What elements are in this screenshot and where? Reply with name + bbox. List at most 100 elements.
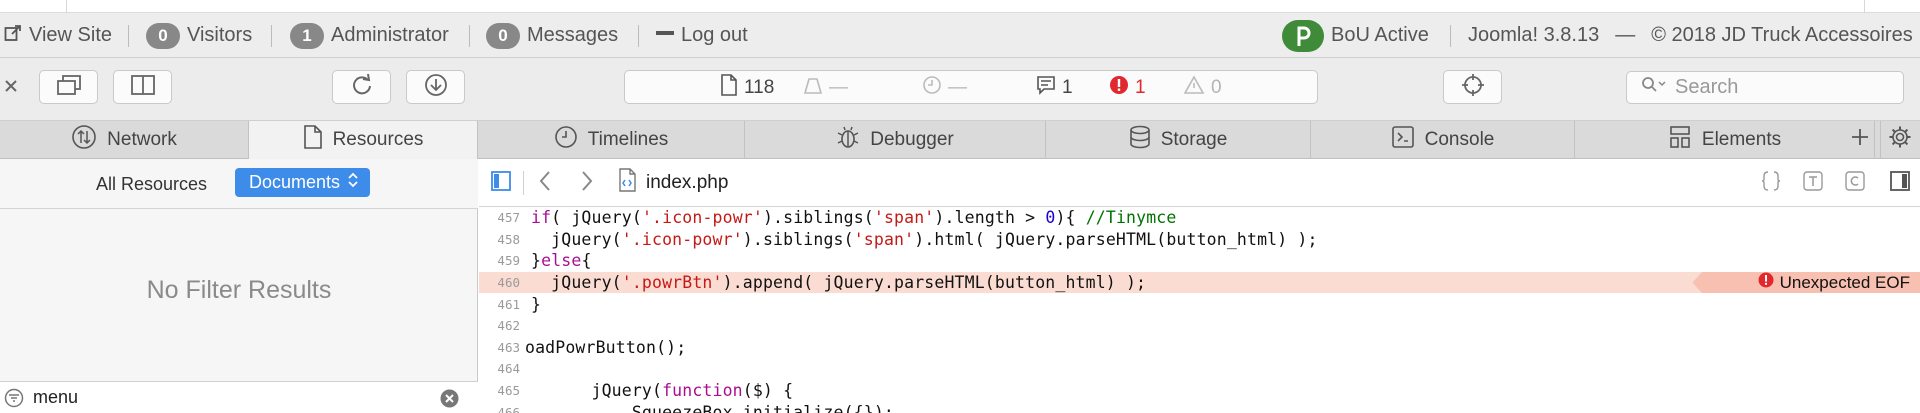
code-line: 462: [479, 315, 1920, 337]
type-profiler-button[interactable]: [1799, 159, 1827, 207]
resource-size-value: —: [829, 77, 848, 98]
copyright-text: © 2018 JD Truck Accessoires: [1651, 24, 1913, 46]
browser-content-edge: [0, 0, 1920, 13]
chevron-up-down-icon: [348, 172, 358, 193]
sidebar-toggle-icon: [490, 170, 512, 197]
load-time-value: —: [948, 77, 967, 98]
messages-link[interactable]: 0 Messages: [486, 13, 618, 58]
undock-icon: [56, 74, 82, 101]
text-type-icon: [1802, 170, 1824, 197]
resource-type-filter-bar: All Resources Documents: [0, 159, 478, 209]
tab-network[interactable]: Network: [0, 121, 249, 159]
clear-filter-icon[interactable]: [440, 389, 459, 408]
administrator-link[interactable]: 1 Administrator: [290, 13, 449, 58]
filter-value: menu: [33, 387, 79, 407]
resources-count-value: 118: [744, 77, 775, 98]
line-number: 465: [497, 383, 520, 399]
filter-icon: [4, 388, 24, 408]
breadcrumb[interactable]: index.php: [618, 159, 728, 207]
filter-input[interactable]: menu: [0, 381, 478, 413]
plus-icon: [1850, 127, 1870, 153]
code-line: 465 jQuery(function($) {: [479, 380, 1920, 402]
messages-count-badge: 0: [486, 22, 520, 49]
line-number: 461: [497, 296, 520, 312]
undock-button[interactable]: [39, 70, 98, 104]
download-button[interactable]: [406, 70, 465, 104]
tab-timelines[interactable]: Timelines: [478, 121, 745, 159]
tab-elements[interactable]: Elements: [1575, 121, 1875, 159]
documents-filter-select[interactable]: Documents: [235, 168, 371, 197]
warning-icon: [1183, 75, 1205, 101]
download-icon: [424, 73, 448, 102]
weight-icon: [803, 75, 823, 101]
view-site-link[interactable]: View Site: [4, 13, 112, 58]
tab-label: Timelines: [587, 129, 669, 150]
line-number: 466: [497, 404, 520, 413]
reload-icon: [350, 73, 374, 102]
toggle-sidebar-button[interactable]: [487, 159, 515, 207]
pretty-print-button[interactable]: [1757, 159, 1785, 207]
console-warnings[interactable]: 0: [1183, 71, 1222, 105]
console-logs-value: 1: [1062, 77, 1073, 98]
logout-label: Log out: [681, 24, 748, 46]
bou-status[interactable]: BoU Active: [1282, 13, 1429, 58]
joomla-admin-bar: View Site 0 Visitors 1 Administrator 0 M…: [0, 13, 1920, 58]
code-coverage-button[interactable]: [1841, 159, 1869, 207]
separator: [271, 25, 272, 47]
all-resources-button[interactable]: All Resources: [96, 159, 207, 209]
console-errors[interactable]: 1: [1109, 71, 1146, 105]
inspect-element-button[interactable]: [1443, 70, 1502, 104]
search-placeholder: Search: [1675, 76, 1739, 98]
visitors-link[interactable]: 0 Visitors: [146, 13, 252, 58]
separator: [523, 171, 524, 195]
line-number: 464: [497, 361, 520, 377]
minus-icon: [656, 24, 674, 48]
code-line: 461 }: [479, 293, 1920, 315]
code-view[interactable]: 457 if( jQuery('.icon-powr').siblings('s…: [479, 207, 1920, 413]
line-source: oadPowrButton();: [525, 337, 687, 357]
dash: —: [1615, 24, 1636, 46]
tab-debugger[interactable]: Debugger: [745, 121, 1046, 159]
back-button[interactable]: [531, 159, 559, 207]
line-number: 458: [497, 231, 520, 247]
line-number: 462: [497, 318, 520, 334]
clock-icon: [922, 75, 942, 101]
tab-console[interactable]: Console: [1311, 121, 1575, 159]
tab-label: Debugger: [870, 129, 954, 150]
reload-button[interactable]: [332, 70, 391, 104]
code-line: 463 oadPowrButton();: [479, 337, 1920, 359]
error-icon: [1109, 75, 1129, 101]
resources-sidebar: All Resources Documents No Filter Result…: [0, 159, 478, 413]
line-source: jQuery('.icon-powr').siblings('span').ht…: [531, 229, 1318, 249]
error-annotation[interactable]: Unexpected EOF: [1692, 271, 1920, 294]
search-icon: [1641, 76, 1667, 100]
resources-count[interactable]: 118: [720, 71, 774, 105]
console-logs[interactable]: 1: [1036, 71, 1073, 105]
tab-label: Network: [107, 129, 177, 150]
code-line-error: 460 jQuery('.powrBtn').append( jQuery.pa…: [479, 271, 1920, 294]
bug-icon: [836, 125, 860, 155]
tab-resources[interactable]: Resources: [249, 121, 478, 159]
forward-button[interactable]: [573, 159, 601, 207]
messages-label: Messages: [527, 24, 619, 46]
toggle-details-sidebar-button[interactable]: [1885, 159, 1915, 207]
close-icon[interactable]: [3, 78, 19, 99]
site-info: Joomla! 3.8.13 — © 2018 JD Truck Accesso…: [1468, 13, 1913, 58]
tab-storage[interactable]: Storage: [1046, 121, 1311, 159]
resource-size[interactable]: —: [803, 71, 848, 105]
code-line: 457 if( jQuery('.icon-powr').siblings('s…: [479, 207, 1920, 229]
line-number: 459: [497, 253, 520, 269]
search-input[interactable]: Search: [1626, 71, 1904, 104]
coverage-icon: [1844, 170, 1866, 197]
settings-button[interactable]: [1880, 121, 1918, 159]
load-time[interactable]: —: [922, 71, 967, 105]
logout-link[interactable]: Log out: [656, 13, 748, 58]
separator: [1450, 25, 1451, 47]
new-tab-button[interactable]: [1843, 121, 1877, 159]
gear-icon: [1888, 125, 1912, 155]
tab-label: Storage: [1160, 129, 1228, 150]
console-warnings-value: 0: [1211, 77, 1222, 98]
dock-side-button[interactable]: [113, 70, 172, 104]
view-site-label: View Site: [29, 24, 113, 46]
external-link-icon: [4, 24, 22, 48]
